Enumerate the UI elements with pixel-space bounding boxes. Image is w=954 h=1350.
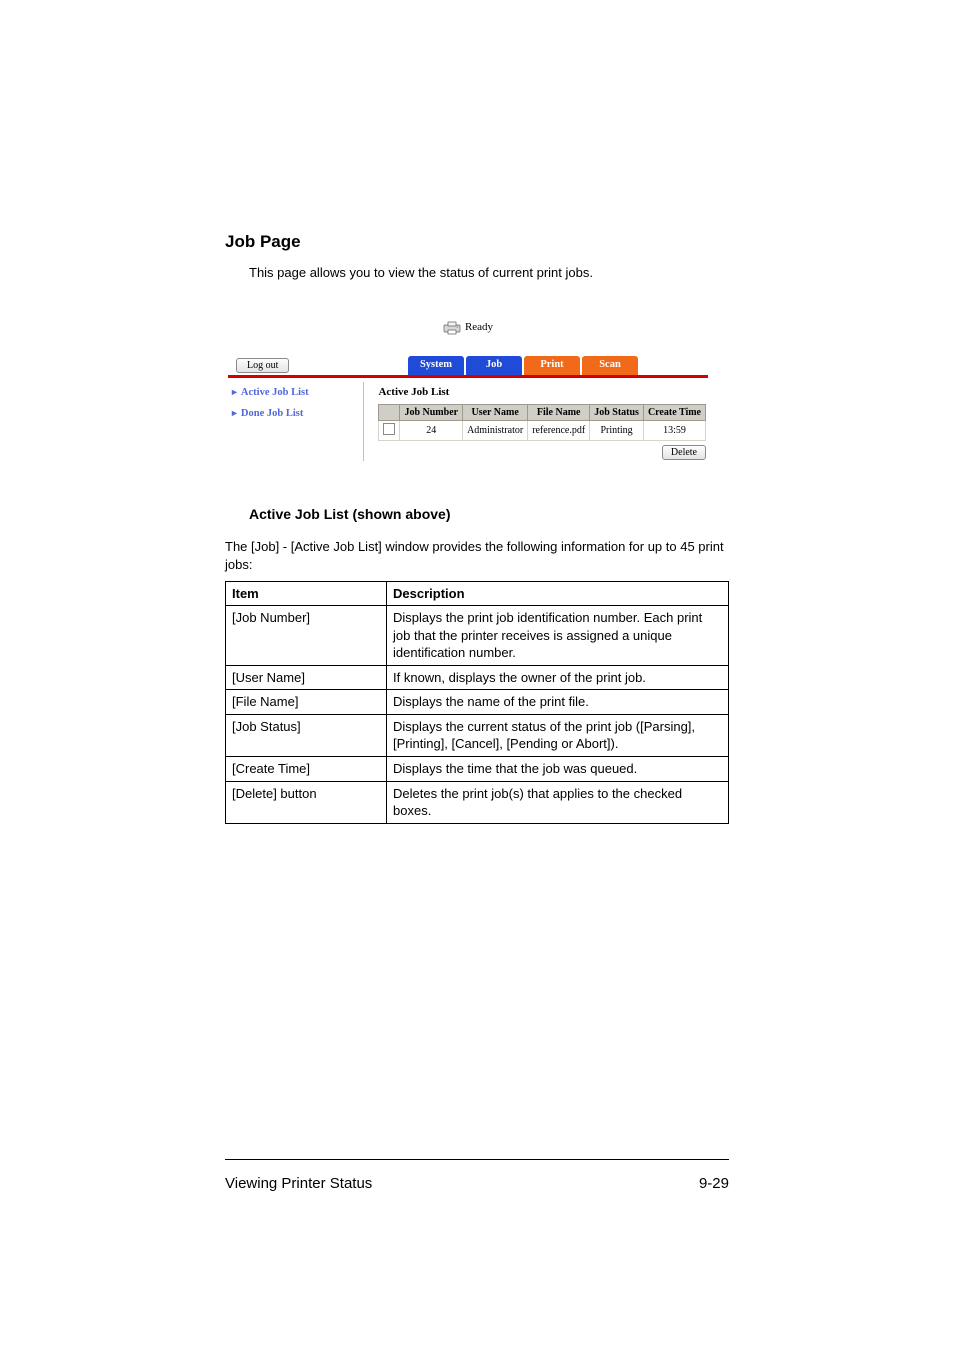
job-table: Job Number User Name File Name Job Statu… bbox=[378, 404, 706, 441]
page-heading: Job Page bbox=[225, 230, 729, 254]
printer-icon bbox=[443, 321, 461, 335]
cell-job-status: Printing bbox=[590, 420, 644, 440]
doc-desc: Displays the name of the print file. bbox=[387, 690, 729, 715]
col-create-time: Create Time bbox=[643, 404, 705, 420]
table-header-row: Job Number User Name File Name Job Statu… bbox=[379, 404, 706, 420]
cell-create-time: 13:59 bbox=[643, 420, 705, 440]
doc-desc: Deletes the print job(s) that applies to… bbox=[387, 781, 729, 823]
doc-table: Item Description [Job Number] Displays t… bbox=[225, 581, 729, 824]
doc-item: [Delete] button bbox=[226, 781, 387, 823]
triangle-right-icon: ► bbox=[230, 387, 239, 397]
doc-desc: Displays the current status of the print… bbox=[387, 714, 729, 756]
tab-print[interactable]: Print bbox=[524, 356, 580, 375]
sidebar-item-done[interactable]: ►Done Job List bbox=[230, 407, 363, 422]
sidebar-item-active[interactable]: ►Active Job List bbox=[230, 386, 363, 401]
col-job-status: Job Status bbox=[590, 404, 644, 420]
tab-scan[interactable]: Scan bbox=[582, 356, 638, 375]
table-row: [Delete] button Deletes the print job(s)… bbox=[226, 781, 729, 823]
tab-bar: System Job Print Scan bbox=[408, 356, 638, 375]
triangle-right-icon: ► bbox=[230, 408, 239, 418]
printer-status-text: Ready bbox=[465, 320, 493, 335]
tab-job[interactable]: Job bbox=[466, 356, 522, 375]
section-title: Active Job List bbox=[378, 386, 706, 398]
footer-right: 9-29 bbox=[699, 1175, 729, 1192]
doc-desc: Displays the print job identification nu… bbox=[387, 606, 729, 666]
col-user-name: User Name bbox=[463, 404, 528, 420]
table-row: 24 Administrator reference.pdf Printing … bbox=[379, 420, 706, 440]
tab-system[interactable]: System bbox=[408, 356, 464, 375]
panel-main: Active Job List Job Number User Name Fil… bbox=[378, 382, 708, 461]
doc-desc: Displays the time that the job was queue… bbox=[387, 757, 729, 782]
col-job-number: Job Number bbox=[400, 404, 463, 420]
footer-left: Viewing Printer Status bbox=[225, 1175, 372, 1192]
table-row: [Job Number] Displays the print job iden… bbox=[226, 606, 729, 666]
cell-user-name: Administrator bbox=[463, 420, 528, 440]
row-checkbox[interactable] bbox=[383, 423, 395, 435]
col-file-name: File Name bbox=[528, 404, 590, 420]
sidebar: ►Active Job List ►Done Job List bbox=[228, 382, 364, 461]
doc-item: [User Name] bbox=[226, 665, 387, 690]
doc-desc: If known, displays the owner of the prin… bbox=[387, 665, 729, 690]
cell-file-name: reference.pdf bbox=[528, 420, 590, 440]
cell-job-number: 24 bbox=[400, 420, 463, 440]
printer-status: Ready bbox=[228, 308, 708, 348]
doc-item: [Job Status] bbox=[226, 714, 387, 756]
table-row: [Job Status] Displays the current status… bbox=[226, 714, 729, 756]
table-row: [User Name] If known, displays the owner… bbox=[226, 665, 729, 690]
table-row: [File Name] Displays the name of the pri… bbox=[226, 690, 729, 715]
doc-item: [Job Number] bbox=[226, 606, 387, 666]
sidebar-item-label: Active Job List bbox=[241, 387, 309, 398]
footer-rule bbox=[225, 1159, 729, 1160]
delete-button[interactable]: Delete bbox=[662, 445, 706, 460]
subheading: Active Job List (shown above) bbox=[249, 505, 729, 525]
doc-col-item: Item bbox=[226, 581, 387, 606]
page-intro: This page allows you to view the status … bbox=[249, 264, 729, 282]
logout-button[interactable]: Log out bbox=[236, 358, 289, 373]
admin-panel: Ready Log out System Job Print Scan ►Act… bbox=[228, 308, 708, 461]
subheading-paragraph: The [Job] - [Active Job List] window pro… bbox=[225, 538, 729, 574]
doc-item: [File Name] bbox=[226, 690, 387, 715]
table-row: [Create Time] Displays the time that the… bbox=[226, 757, 729, 782]
doc-item: [Create Time] bbox=[226, 757, 387, 782]
nav-row: Log out System Job Print Scan bbox=[228, 356, 708, 375]
sidebar-item-label: Done Job List bbox=[241, 408, 303, 419]
doc-col-description: Description bbox=[387, 581, 729, 606]
